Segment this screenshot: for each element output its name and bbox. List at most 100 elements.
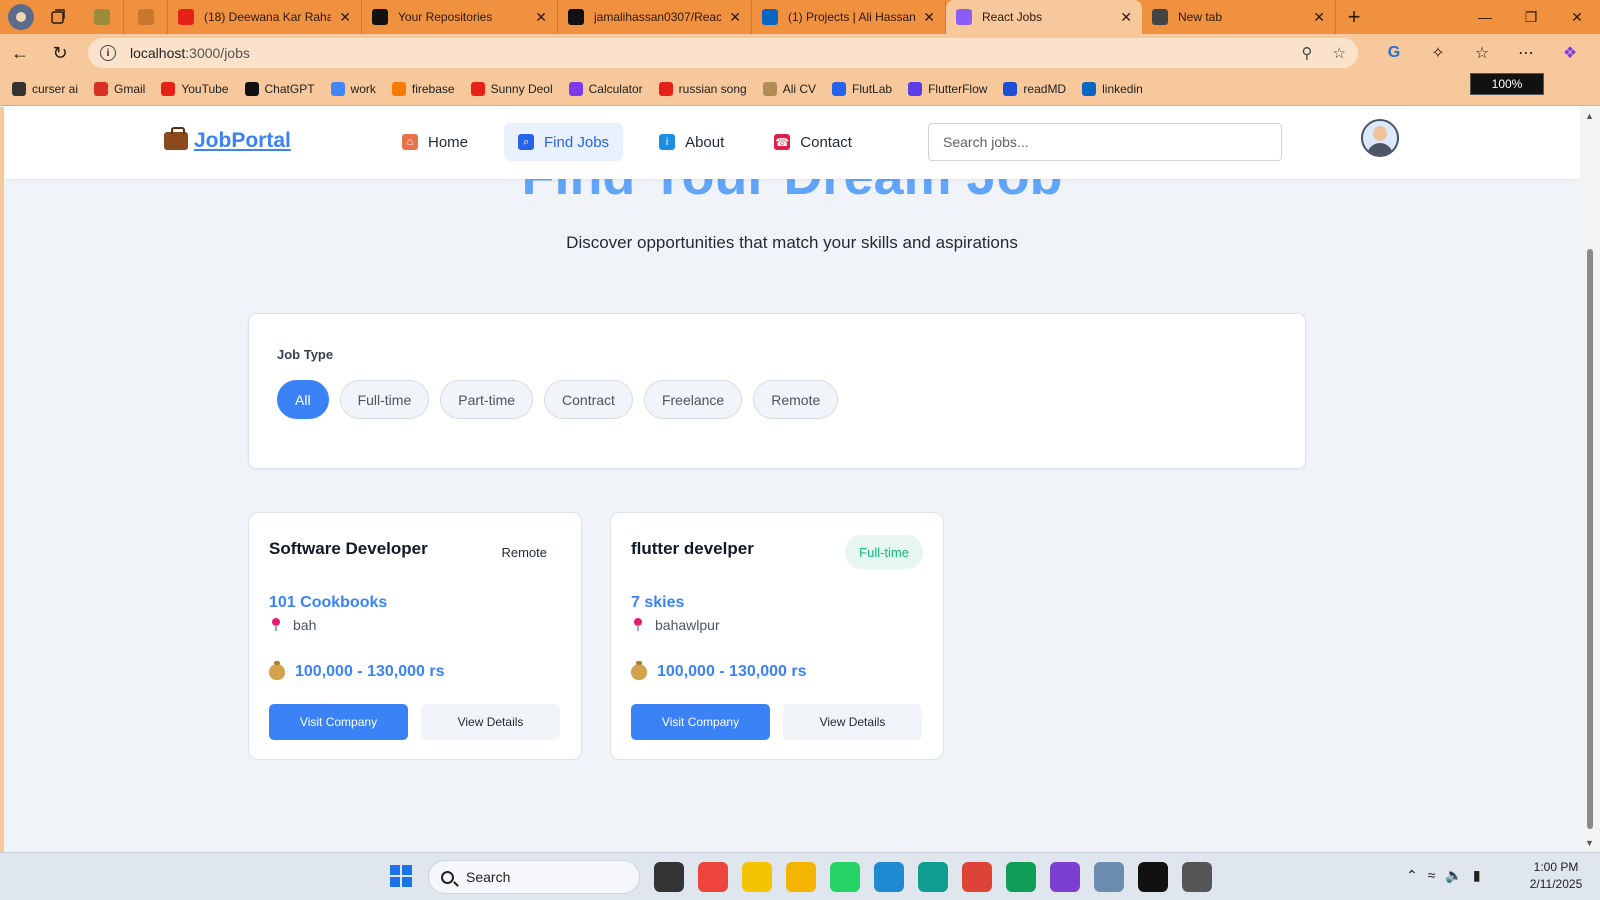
- site-info-icon[interactable]: i: [100, 45, 116, 61]
- translate-icon[interactable]: G: [1372, 43, 1416, 63]
- close-tab-icon[interactable]: ✕: [923, 9, 935, 26]
- filter-chip-all[interactable]: All: [277, 380, 329, 419]
- filter-chip-part-time[interactable]: Part-time: [440, 380, 534, 419]
- bookmark-item[interactable]: Gmail: [94, 81, 145, 96]
- bookmark-label: curser ai: [32, 81, 79, 96]
- restore-button[interactable]: ❐: [1508, 0, 1554, 34]
- edge-icon[interactable]: [918, 862, 948, 892]
- docs-icon: [330, 81, 345, 96]
- visit-company-button[interactable]: Visit Company: [631, 704, 770, 740]
- whatsapp-icon[interactable]: [830, 862, 860, 892]
- money-bag-icon: [269, 661, 285, 680]
- favorite-star-icon[interactable]: ☆: [1333, 44, 1346, 62]
- chevron-up-icon[interactable]: ⌃: [1406, 867, 1418, 884]
- taskbar-search[interactable]: Search: [428, 860, 640, 894]
- start-button[interactable]: [390, 865, 412, 887]
- back-button[interactable]: ←: [0, 43, 40, 64]
- browser-tab[interactable]: Your Repositories ✕: [362, 0, 558, 34]
- system-clock[interactable]: 1:00 PM 2/11/2025: [1520, 859, 1592, 893]
- bookmark-item[interactable]: curser ai: [12, 81, 79, 96]
- close-tab-icon[interactable]: ✕: [729, 9, 741, 26]
- chrome-dev-icon[interactable]: [1006, 862, 1036, 892]
- scrollbar-thumb[interactable]: [1587, 249, 1593, 829]
- filter-chip-remote[interactable]: Remote: [753, 380, 839, 419]
- firebase-icon: [391, 81, 406, 96]
- bookmark-item[interactable]: YouTube: [161, 81, 229, 96]
- copilot-icon[interactable]: ❖: [1548, 43, 1592, 63]
- bookmark-item[interactable]: linkedin: [1082, 81, 1143, 96]
- job-search-input[interactable]: [928, 123, 1282, 161]
- location-pin-icon: [633, 618, 643, 632]
- job-type-badge: Full-time: [845, 535, 923, 569]
- browser-tab[interactable]: (18) Deewana Kar Raha Ha ✕: [168, 0, 362, 34]
- file-explorer-icon[interactable]: [786, 862, 816, 892]
- brand-logo[interactable]: JobPortal: [164, 127, 291, 153]
- clock-app-icon[interactable]: [1182, 862, 1212, 892]
- bookmark-item[interactable]: Sunny Deol: [470, 81, 553, 96]
- volume-icon[interactable]: 🔈: [1445, 867, 1462, 884]
- user-avatar[interactable]: [1361, 119, 1399, 157]
- clock-time: 1:00 PM: [1533, 860, 1579, 874]
- capcut-icon[interactable]: [1138, 862, 1168, 892]
- anydesk-icon[interactable]: [698, 862, 728, 892]
- more-menu-icon[interactable]: ⋯: [1504, 43, 1548, 63]
- wifi-icon[interactable]: ≈: [1428, 867, 1436, 884]
- chrome-icon[interactable]: [962, 862, 992, 892]
- minimize-button[interactable]: —: [1462, 0, 1508, 34]
- nav-link-home[interactable]: ⌂ Home: [388, 123, 482, 161]
- browser-tab[interactable]: New tab ✕: [1142, 0, 1336, 34]
- zoom-icon[interactable]: ⚲: [1302, 44, 1313, 62]
- nav-link-contact[interactable]: ☎ Contact: [760, 123, 866, 161]
- scroll-down-icon[interactable]: ▼: [1585, 838, 1594, 848]
- filter-chip-full-time[interactable]: Full-time: [339, 380, 430, 419]
- bookmark-item[interactable]: russian song: [658, 81, 747, 96]
- new-tab-button[interactable]: +: [1336, 4, 1372, 30]
- tab-actions-icon[interactable]: [44, 4, 72, 30]
- visual-studio-icon[interactable]: [1050, 862, 1080, 892]
- url-text[interactable]: localhost:3000/jobs: [130, 45, 1282, 61]
- browser-tab[interactable]: React Jobs ✕: [946, 0, 1142, 34]
- pinned-tab[interactable]: [124, 0, 168, 34]
- page-scrollbar[interactable]: ▲ ▼: [1580, 107, 1600, 852]
- browser-tab[interactable]: jamalihassan0307/React-J ✕: [558, 0, 752, 34]
- visit-company-button[interactable]: Visit Company: [269, 704, 408, 740]
- new-tab-icon: [1152, 9, 1168, 25]
- view-details-button[interactable]: View Details: [421, 704, 560, 740]
- profile-avatar[interactable]: [8, 4, 34, 30]
- close-tab-icon[interactable]: ✕: [1313, 9, 1325, 26]
- job-location: bahawlpur: [633, 617, 720, 633]
- bookmark-item[interactable]: readMD: [1003, 81, 1066, 96]
- pinned-tab[interactable]: [80, 0, 124, 34]
- close-tab-icon[interactable]: ✕: [1120, 9, 1132, 26]
- bookmark-item[interactable]: firebase: [391, 81, 455, 96]
- close-window-button[interactable]: ✕: [1554, 0, 1600, 34]
- browser-tab[interactable]: (1) Projects | Ali Hassan | L ✕: [752, 0, 946, 34]
- close-tab-icon[interactable]: ✕: [535, 9, 547, 26]
- nav-link-find-jobs[interactable]: ⌕ Find Jobs: [504, 123, 624, 161]
- battery-icon[interactable]: ▮: [1473, 867, 1481, 884]
- bookmark-item[interactable]: ChatGPT: [244, 81, 315, 96]
- company-name[interactable]: 101 Cookbooks: [269, 594, 387, 612]
- app-yellow-icon[interactable]: [742, 862, 772, 892]
- bookmark-item[interactable]: FlutterFlow: [908, 81, 987, 96]
- bookmark-item[interactable]: Calculator: [568, 81, 643, 96]
- extensions-icon[interactable]: ✧: [1416, 43, 1460, 63]
- task-view-icon[interactable]: [654, 862, 684, 892]
- monitor-icon[interactable]: [1094, 862, 1124, 892]
- view-details-button[interactable]: View Details: [783, 704, 922, 740]
- scroll-up-icon[interactable]: ▲: [1585, 111, 1594, 121]
- nav-link-about[interactable]: i About: [645, 123, 738, 161]
- reload-button[interactable]: ↻: [40, 43, 80, 64]
- bookmark-item[interactable]: work: [330, 81, 376, 96]
- filter-chip-freelance[interactable]: Freelance: [643, 380, 743, 419]
- bookmark-item[interactable]: Ali CV: [762, 81, 816, 96]
- address-bar[interactable]: i localhost:3000/jobs ⚲ ☆: [88, 38, 1358, 68]
- filter-chip-contract[interactable]: Contract: [544, 380, 633, 419]
- job-title: Software Developer: [269, 539, 428, 558]
- page-viewport: Find Your Dream Job Discover opportuniti…: [0, 107, 1600, 852]
- bookmark-item[interactable]: FlutLab: [832, 81, 892, 96]
- close-tab-icon[interactable]: ✕: [339, 9, 351, 26]
- vscode-icon[interactable]: [874, 862, 904, 892]
- favorites-icon[interactable]: ☆: [1460, 43, 1504, 63]
- company-name[interactable]: 7 skies: [631, 594, 684, 612]
